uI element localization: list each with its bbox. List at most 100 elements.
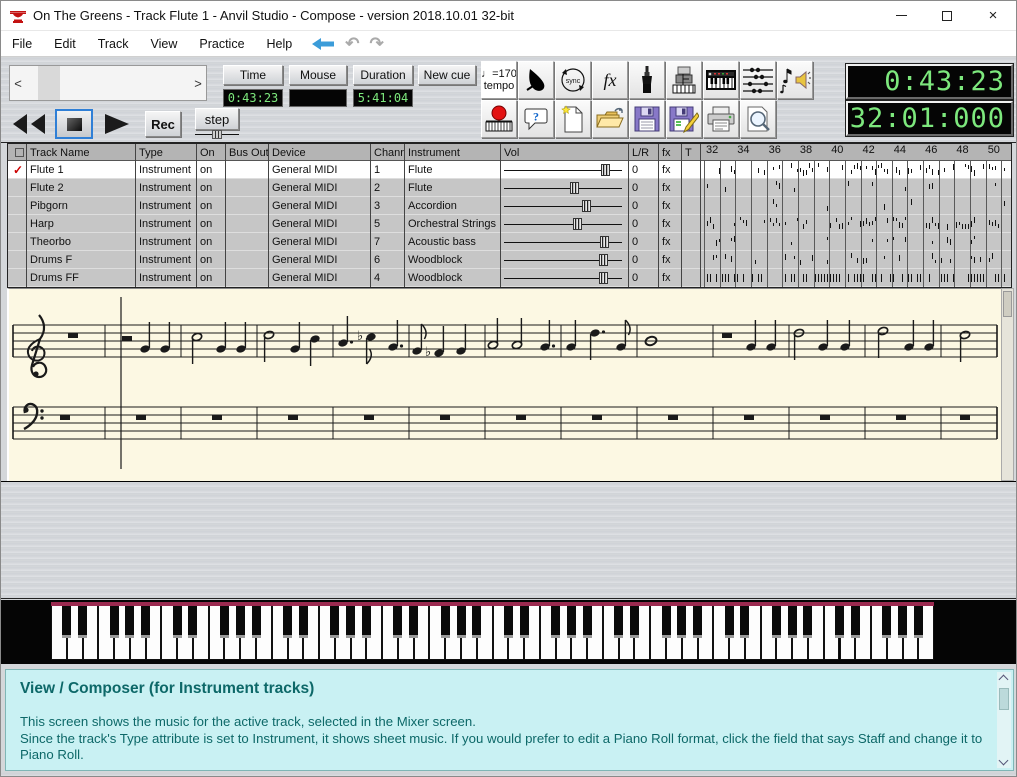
black-key[interactable] — [409, 606, 419, 638]
black-key[interactable] — [330, 606, 340, 638]
piano-keyboard[interactable] — [1, 600, 1016, 664]
mouse-button[interactable]: Mouse — [289, 65, 347, 85]
record-keyboard-button[interactable] — [481, 100, 517, 138]
column-header-on[interactable]: On — [196, 144, 225, 161]
volume-slider-thumb[interactable] — [598, 272, 608, 284]
black-key[interactable] — [440, 606, 450, 638]
save-as-button[interactable] — [666, 100, 702, 138]
step-button[interactable]: step — [195, 108, 239, 130]
time-button[interactable]: Time — [223, 65, 283, 85]
help-scrollbar[interactable] — [997, 672, 1011, 768]
play-button[interactable] — [101, 112, 131, 136]
black-key[interactable] — [62, 606, 72, 638]
back-arrow-icon[interactable] — [311, 37, 335, 51]
volume-slider-track[interactable] — [504, 206, 622, 207]
track-row-drums-ff[interactable]: Drums FF Instrument on General MIDI 4 Woodblo… — [8, 269, 1011, 287]
maximize-button[interactable] — [924, 1, 970, 30]
black-key[interactable] — [503, 606, 513, 638]
black-key[interactable] — [803, 606, 813, 638]
notation-scrollbar-thumb[interactable] — [1003, 291, 1012, 317]
black-key[interactable] — [693, 606, 703, 638]
black-key[interactable] — [235, 606, 245, 638]
track-row-drums-f[interactable]: Drums F Instrument on General MIDI 6 Woodbloc… — [8, 251, 1011, 269]
black-key[interactable] — [850, 606, 860, 638]
volume-slider-track[interactable] — [504, 188, 622, 189]
volume-slider-thumb[interactable] — [573, 218, 583, 230]
black-key[interactable] — [393, 606, 403, 638]
scroll-down-icon[interactable] — [998, 755, 1009, 766]
column-header-vol[interactable]: Vol — [500, 144, 628, 161]
print-button[interactable] — [703, 100, 739, 138]
sheet-music-area[interactable]: ♭ ♭ — [7, 288, 1001, 481]
black-key[interactable] — [109, 606, 119, 638]
scroll-left-icon[interactable]: < — [10, 76, 26, 91]
column-header-type[interactable]: Type — [135, 144, 196, 161]
black-key[interactable] — [298, 606, 308, 638]
save-button[interactable] — [629, 100, 665, 138]
column-header-device[interactable]: Device — [268, 144, 370, 161]
black-key[interactable] — [614, 606, 624, 638]
black-key[interactable] — [219, 606, 229, 638]
rewind-button[interactable] — [9, 112, 47, 136]
black-key[interactable] — [456, 606, 466, 638]
black-key[interactable] — [882, 606, 892, 638]
volume-slider-thumb[interactable] — [582, 200, 592, 212]
close-button[interactable]: × — [970, 1, 1016, 30]
column-header-busout[interactable]: Bus Out — [225, 144, 268, 161]
help-bubble-button[interactable]: ? — [518, 100, 554, 138]
stop-button[interactable] — [55, 109, 93, 139]
audio-jack-button[interactable] — [629, 61, 665, 99]
new-cue-button[interactable]: New cue — [418, 65, 476, 85]
black-key[interactable] — [629, 606, 639, 638]
notation-scrollbar[interactable] — [1001, 288, 1014, 481]
tempo-button[interactable]: ♩=170 tempo — [481, 61, 517, 99]
menu-help[interactable]: Help — [256, 33, 304, 55]
midi-keyboard-button[interactable] — [703, 61, 739, 99]
column-header-trackname[interactable]: Track Name — [26, 144, 135, 161]
note-speaker-button[interactable] — [777, 61, 813, 99]
volume-slider-thumb[interactable] — [570, 182, 579, 194]
black-key[interactable] — [472, 606, 482, 638]
scroll-up-icon[interactable] — [998, 674, 1009, 685]
fx-button[interactable]: fx — [592, 61, 628, 99]
black-key[interactable] — [740, 606, 750, 638]
menu-file[interactable]: File — [1, 33, 43, 55]
midi-interface-button[interactable] — [666, 61, 702, 99]
column-header-t[interactable]: T — [681, 144, 700, 161]
black-key[interactable] — [283, 606, 293, 638]
black-key[interactable] — [141, 606, 151, 638]
scrollbar-track[interactable] — [26, 66, 190, 100]
menu-practice[interactable]: Practice — [188, 33, 255, 55]
menu-track[interactable]: Track — [87, 33, 140, 55]
black-key[interactable] — [566, 606, 576, 638]
undo-icon[interactable]: ↶ — [345, 34, 359, 54]
black-key[interactable] — [913, 606, 923, 638]
black-key[interactable] — [251, 606, 261, 638]
track-row-theorbo[interactable]: Theorbo Instrument on General MIDI 7 Acoustic… — [8, 233, 1011, 251]
track-row-flute-1[interactable]: ✓ Flute 1 Instrument on General MIDI 1 Flute 0 f… — [8, 161, 1011, 179]
menu-edit[interactable]: Edit — [43, 33, 87, 55]
song-position-scrollbar[interactable]: < > — [9, 65, 207, 101]
duration-button[interactable]: Duration — [353, 65, 413, 85]
black-key[interactable] — [582, 606, 592, 638]
black-key[interactable] — [361, 606, 371, 638]
volume-slider-thumb[interactable] — [598, 254, 608, 266]
black-key[interactable] — [724, 606, 734, 638]
black-key[interactable] — [346, 606, 356, 638]
new-file-button[interactable] — [555, 100, 591, 138]
track-row-flute-2[interactable]: Flute 2 Instrument on General MIDI 2 Flute 0 fx — [8, 179, 1011, 197]
column-header-fx[interactable]: fx — [658, 144, 681, 161]
black-key[interactable] — [898, 606, 908, 638]
black-key[interactable] — [125, 606, 135, 638]
step-slider-thumb[interactable] — [212, 130, 222, 139]
scroll-right-icon[interactable]: > — [190, 76, 206, 91]
volume-slider-track[interactable] — [504, 224, 622, 225]
scrollbar-thumb[interactable] — [38, 66, 60, 100]
open-folder-button[interactable] — [592, 100, 628, 138]
menu-view[interactable]: View — [140, 33, 189, 55]
minimize-button[interactable] — [878, 1, 924, 30]
black-key[interactable] — [551, 606, 561, 638]
column-header-lr[interactable]: L/R — [628, 144, 658, 161]
column-header-instrument[interactable]: Instrument — [404, 144, 500, 161]
black-key[interactable] — [188, 606, 198, 638]
